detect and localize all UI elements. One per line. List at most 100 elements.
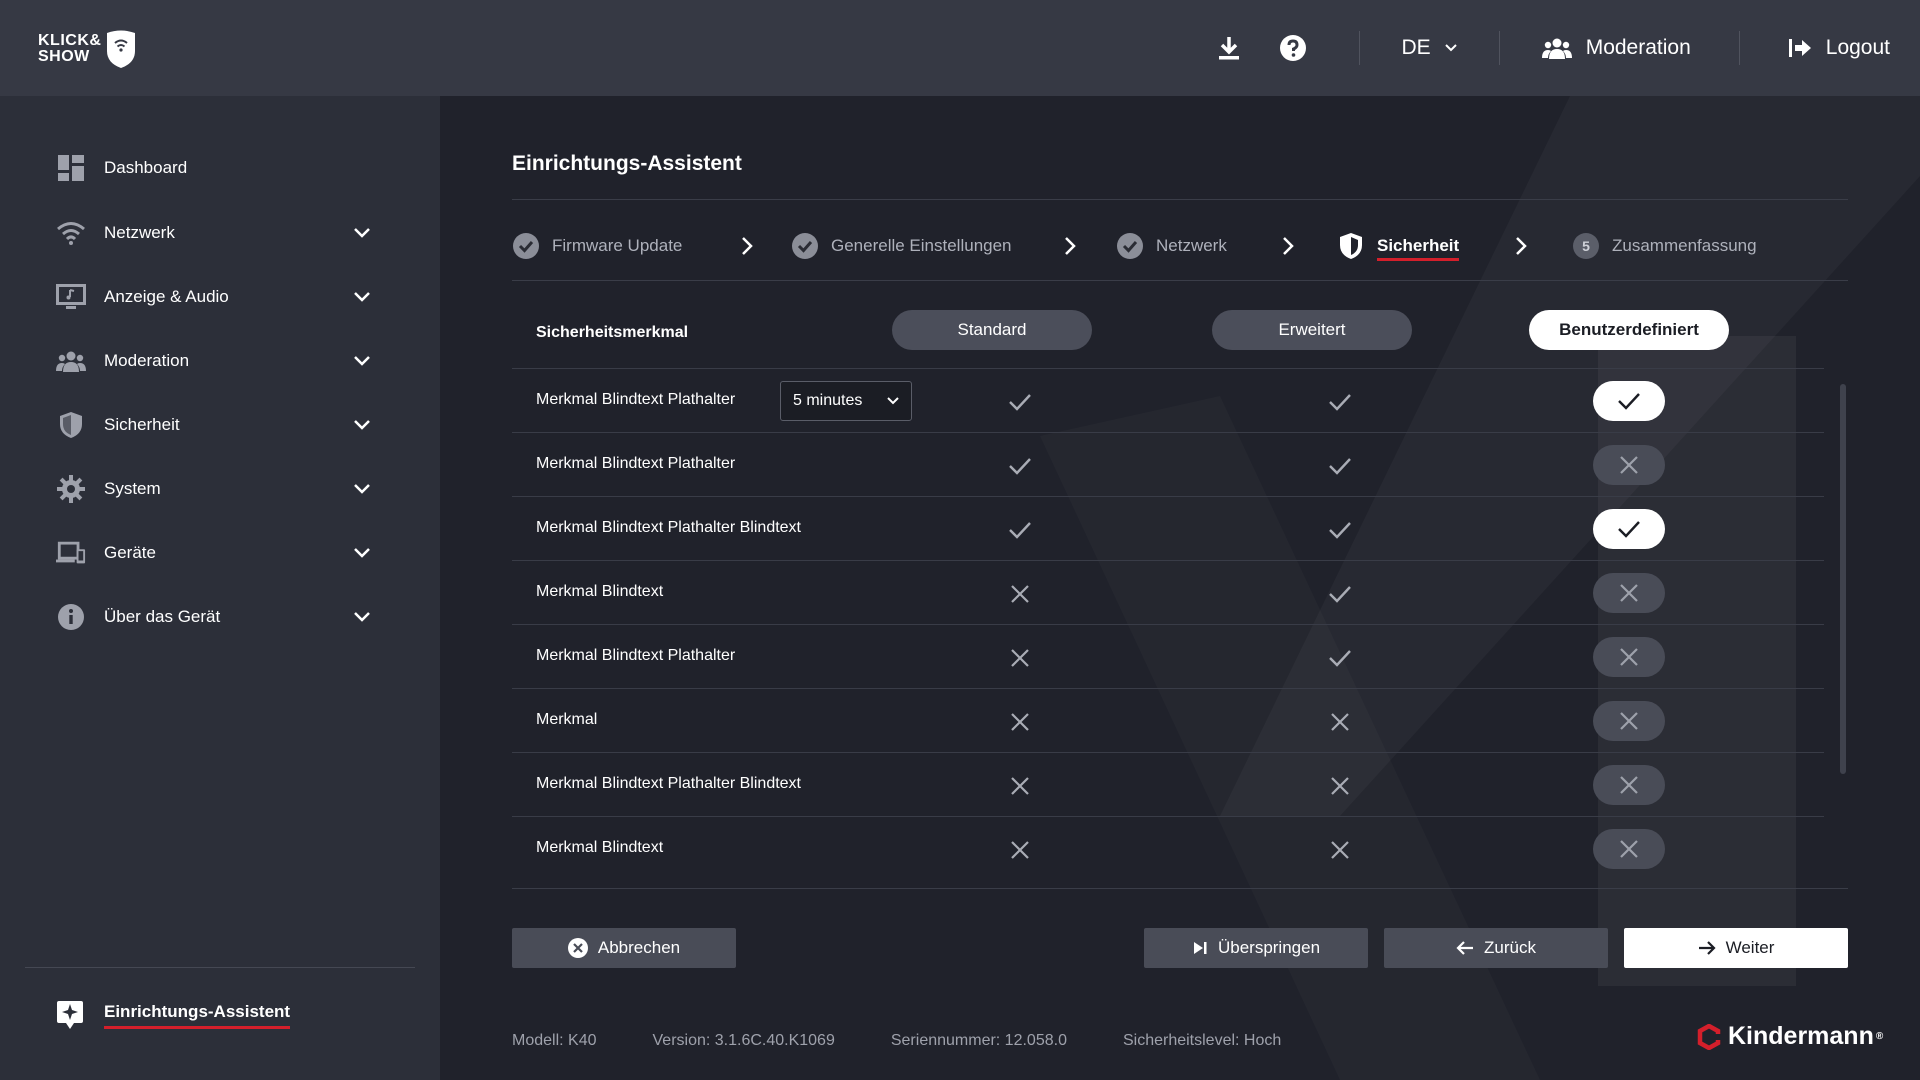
check-icon — [1618, 521, 1640, 538]
sidebar-item-geraete[interactable]: Geräte — [56, 533, 376, 573]
feature-label: Merkmal — [536, 711, 598, 728]
sidebar-item-label: Sicherheit — [104, 415, 180, 434]
chevron-down-icon[interactable] — [352, 223, 372, 243]
sidebar-item-einrichtungs-assistent[interactable]: Einrichtungs-Assistent — [56, 1000, 291, 1030]
cross-icon — [1005, 579, 1035, 609]
dashboard-icon — [56, 153, 86, 183]
cross-icon — [1005, 643, 1035, 673]
check-icon — [1325, 387, 1355, 417]
custom-toggle[interactable] — [1593, 445, 1665, 485]
chevron-down-icon[interactable] — [352, 287, 372, 307]
cross-icon — [1005, 707, 1035, 737]
table-row: Merkmal Blindtext Plathalter — [512, 624, 1824, 688]
preset-standard-button[interactable]: Standard — [892, 310, 1092, 350]
dropdown-value: 5 minutes — [793, 392, 863, 409]
cancel-label: Abbrechen — [597, 938, 681, 957]
logo-line-1: KLICK& — [38, 32, 102, 49]
logo-shield-icon — [107, 30, 136, 68]
custom-toggle[interactable] — [1593, 829, 1665, 869]
logout-button[interactable]: Logout — [1788, 36, 1890, 60]
sidebar-item-moderation[interactable]: Moderation — [56, 341, 376, 381]
chevron-down-icon[interactable] — [352, 543, 372, 563]
chevron-down-icon[interactable] — [352, 415, 372, 435]
sidebar-item-label: Anzeige & Audio — [104, 287, 229, 306]
step-sicherheit[interactable]: Sicherheit — [1337, 218, 1460, 274]
close-circle-icon — [567, 938, 588, 958]
chevron-down-icon — [887, 397, 899, 405]
table-scrollbar[interactable] — [1840, 384, 1846, 774]
wifi-icon — [56, 218, 86, 248]
sidebar-item-sicherheit[interactable]: Sicherheit — [56, 405, 376, 445]
logout-label: Logout — [1825, 36, 1890, 59]
check-icon — [1325, 515, 1355, 545]
cancel-button[interactable]: Abbrechen — [512, 928, 736, 968]
custom-toggle[interactable] — [1593, 637, 1665, 677]
step-generelle-einstellungen[interactable]: Generelle Einstellungen — [791, 218, 1012, 274]
header-divider — [1358, 31, 1360, 65]
table-row: Merkmal — [512, 688, 1824, 752]
scrollbar-thumb[interactable] — [1840, 384, 1846, 774]
help-icon[interactable] — [1277, 32, 1309, 64]
header-actions: DE Moderation Logout — [1181, 0, 1890, 96]
cross-icon — [1325, 771, 1355, 801]
header-divider — [1498, 31, 1500, 65]
users-icon — [56, 346, 86, 376]
sidebar-item-netzwerk[interactable]: Netzwerk — [56, 213, 376, 253]
next-button[interactable]: Weiter — [1624, 928, 1848, 968]
table-row: Merkmal Blindtext Plathalter — [512, 432, 1824, 496]
preset-benutzerdefiniert-button[interactable]: Benutzerdefiniert — [1529, 310, 1729, 350]
back-button[interactable]: Zurück — [1384, 928, 1608, 968]
header-divider — [1738, 31, 1740, 65]
top-header: KLICK& SHOW DE Moderation Logout — [0, 0, 1920, 96]
sidebar-item-anzeige-audio[interactable]: Anzeige & Audio — [56, 277, 376, 317]
custom-toggle[interactable] — [1593, 701, 1665, 741]
skip-label: Überspringen — [1217, 938, 1321, 957]
table-bottom-divider — [512, 888, 1848, 889]
chevron-right-icon — [1283, 237, 1294, 255]
column-header-sicherheitsmerkmal: Sicherheitsmerkmal — [536, 324, 689, 341]
moderation-button[interactable]: Moderation — [1541, 36, 1691, 60]
main-content: Einrichtungs-Assistent Firmware Update G… — [440, 96, 1920, 1080]
chevron-down-icon[interactable] — [352, 351, 372, 371]
step-zusammenfassung[interactable]: 5 Zusammenfassung — [1572, 218, 1757, 274]
check-icon — [1005, 387, 1035, 417]
custom-toggle[interactable] — [1593, 509, 1665, 549]
custom-toggle[interactable] — [1593, 765, 1665, 805]
monitor-audio-icon — [56, 282, 86, 312]
table-row: Merkmal Blindtext Plathalter 5 minutes — [512, 368, 1824, 432]
sidebar-item-system[interactable]: System — [56, 469, 376, 509]
step-firmware-update[interactable]: Firmware Update — [512, 218, 682, 274]
table-row: Merkmal Blindtext Plathalter Blindtext — [512, 496, 1824, 560]
chevron-down-icon[interactable] — [352, 479, 372, 499]
sidebar-item-dashboard[interactable]: Dashboard — [56, 148, 376, 188]
sidebar-item-label: Über das Gerät — [104, 607, 221, 626]
custom-toggle[interactable] — [1593, 573, 1665, 613]
klick-show-logo[interactable]: KLICK& SHOW — [38, 26, 138, 72]
sidebar: Dashboard Netzwerk Anzeige & Audio Moder… — [0, 96, 440, 1080]
devices-icon — [56, 538, 86, 568]
feature-label: Merkmal Blindtext Plathalter — [536, 647, 736, 664]
brand-name: Kindermann — [1728, 1022, 1874, 1050]
check-circle-icon — [1116, 232, 1144, 260]
step-label: Firmware Update — [552, 236, 683, 255]
step-label: Netzwerk — [1156, 236, 1227, 255]
title-divider — [512, 199, 1848, 200]
language-select[interactable]: DE — [1402, 36, 1457, 60]
preset-erweitert-button[interactable]: Erweitert — [1212, 310, 1412, 350]
feature-label: Merkmal Blindtext Plathalter — [536, 391, 736, 408]
step-label: Generelle Einstellungen — [831, 236, 1012, 255]
chevron-down-icon[interactable] — [352, 607, 372, 627]
timeout-dropdown[interactable]: 5 minutes — [780, 381, 912, 421]
kindermann-logo: Kindermann ® — [1696, 1022, 1883, 1051]
cross-icon — [1620, 456, 1638, 474]
arrow-right-icon — [1698, 941, 1716, 955]
skip-button[interactable]: Überspringen — [1144, 928, 1368, 968]
cross-icon — [1620, 648, 1638, 666]
download-icon[interactable] — [1213, 32, 1245, 64]
wizard-link-label: Einrichtungs-Assistent — [104, 1002, 291, 1029]
custom-toggle[interactable] — [1593, 381, 1665, 421]
step-netzwerk[interactable]: Netzwerk — [1116, 218, 1227, 274]
sidebar-item-ueber-das-geraet[interactable]: Über das Gerät — [56, 597, 376, 637]
feature-label: Merkmal Blindtext — [536, 583, 664, 600]
check-icon — [1618, 393, 1640, 410]
